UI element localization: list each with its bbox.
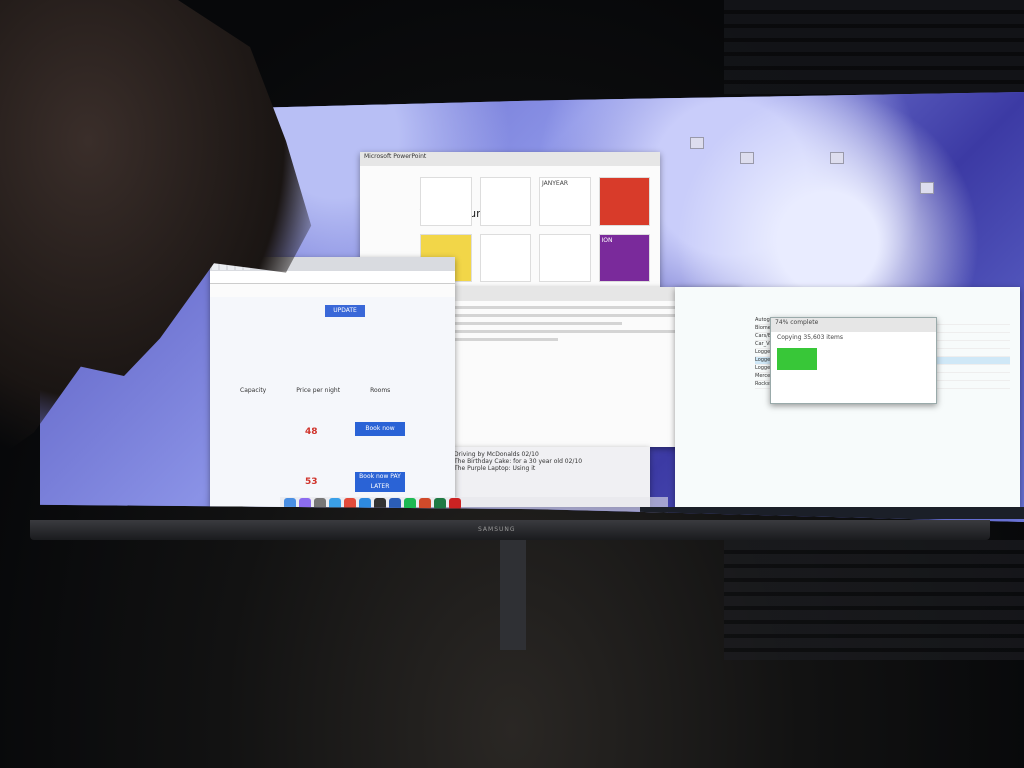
template-tile[interactable] <box>539 233 591 282</box>
template-tile[interactable] <box>479 233 531 282</box>
desktop-folder-icon[interactable] <box>740 152 754 164</box>
browser-window[interactable]: UPDATE Capacity Price per night Rooms 48… <box>210 257 455 507</box>
desktop-folder-icon[interactable] <box>920 182 934 194</box>
template-tile[interactable] <box>479 177 531 226</box>
pay-later-button[interactable]: Book now PAY LATER <box>355 472 405 492</box>
desktop-folder-icon[interactable] <box>690 137 704 149</box>
acrobat-icon[interactable] <box>449 498 461 510</box>
template-tile[interactable] <box>598 177 650 226</box>
monitor-brand: SAMSUNG <box>478 526 516 533</box>
col-header: Capacity <box>240 387 267 394</box>
copy-subtitle: Copying 35,603 items <box>777 334 843 341</box>
desktop-folder-icon[interactable] <box>830 152 844 164</box>
hotel-booking-page: UPDATE Capacity Price per night Rooms 48… <box>210 297 455 507</box>
copy-title: 74% complete <box>771 318 936 332</box>
chat-line: The Birthday Cake: for a 30 year old 02/… <box>454 458 583 465</box>
template-tile[interactable]: JANYEAR <box>539 177 591 226</box>
window-blinds-lower <box>724 540 1024 660</box>
room-price: 53 <box>305 477 318 487</box>
window-title: Microsoft PowerPoint <box>360 152 660 166</box>
monitor-stand <box>500 540 526 650</box>
col-header: Rooms <box>370 387 391 394</box>
book-now-button[interactable]: Book now <box>355 422 405 436</box>
col-header: Price per night <box>296 387 341 394</box>
excel-icon[interactable] <box>434 498 446 510</box>
update-button[interactable]: UPDATE <box>325 305 365 317</box>
template-tile[interactable]: ION <box>598 233 650 282</box>
address-bar[interactable] <box>210 271 455 284</box>
template-tile[interactable] <box>420 177 472 226</box>
chat-line: Driving by McDonalds 02/10 <box>454 451 539 458</box>
copy-progress-bar <box>777 348 817 370</box>
room-table-header: Capacity Price per night Rooms <box>240 387 390 394</box>
room-price: 48 <box>305 427 318 437</box>
copy-progress-dialog[interactable]: 74% complete Copying 35,603 items <box>770 317 937 404</box>
text-line <box>430 322 622 325</box>
chat-line: The Purple Laptop: Using it <box>454 465 536 472</box>
